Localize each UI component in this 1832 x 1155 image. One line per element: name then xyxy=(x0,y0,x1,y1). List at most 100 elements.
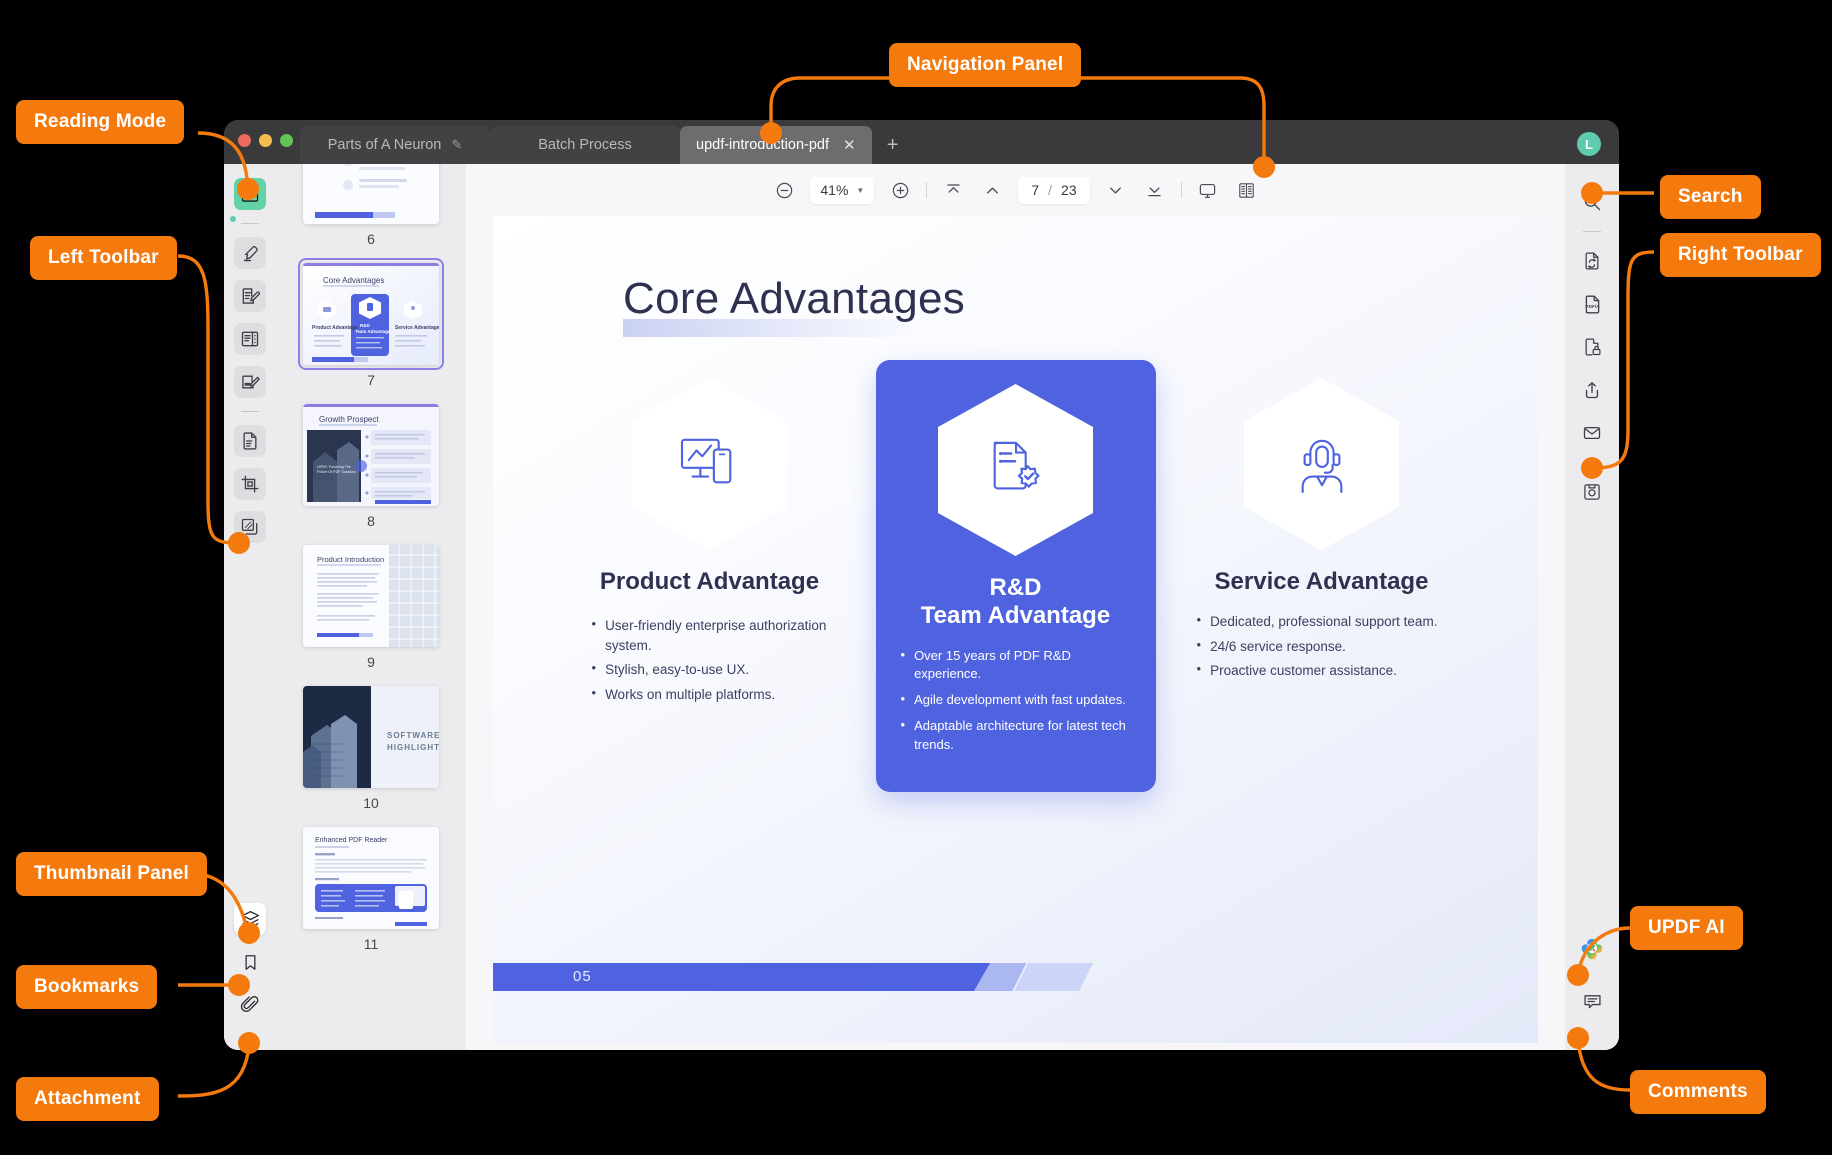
list-item: • 24/6 service response. xyxy=(1197,637,1447,657)
minimize-window-button[interactable] xyxy=(259,134,272,147)
thumbnail-panel[interactable]: 6 Core Advantages Product Advantage R&D … xyxy=(276,164,466,1050)
thumbnail-image: SOFTWARE HIGHLIGHTS xyxy=(303,686,439,788)
zoom-out-button[interactable] xyxy=(771,177,797,203)
chevron-down-icon: ▼ xyxy=(856,185,865,195)
callout-navigation-panel: Navigation Panel xyxy=(889,43,1082,87)
list-item: • Stylish, easy-to-use UX. xyxy=(592,660,828,680)
tab-bar: Parts of A Neuron ✎ Batch Process updf-i… xyxy=(300,126,914,164)
thumbnail-item-10[interactable]: SOFTWARE HIGHLIGHTS 10 xyxy=(303,686,439,827)
list-item: • User-friendly enterprise authorization … xyxy=(592,616,828,655)
svg-text:UPDF: Powering The: UPDF: Powering The xyxy=(317,465,351,469)
bullet-dot: • xyxy=(1196,661,1202,677)
callout-label: Thumbnail Panel xyxy=(34,863,190,884)
svg-text:Growth Prospect: Growth Prospect xyxy=(319,415,379,424)
crop-icon[interactable] xyxy=(234,468,266,500)
bullet-dot: • xyxy=(591,616,597,632)
svg-text:R&D: R&D xyxy=(360,323,370,328)
thumbnail-panel-icon[interactable] xyxy=(234,903,266,935)
organize-pages-icon[interactable] xyxy=(234,323,266,355)
tab-label: Batch Process xyxy=(538,137,632,153)
annotate-icon[interactable] xyxy=(234,366,266,398)
bullet-dot: • xyxy=(900,691,906,707)
close-window-button[interactable] xyxy=(238,134,251,147)
protect-icon[interactable] xyxy=(1576,331,1608,363)
avatar[interactable]: L xyxy=(1577,132,1601,156)
pdf-page[interactable]: Core Advantages Product Advantage • User… xyxy=(493,216,1538,1043)
right-toolbar: PDF/A xyxy=(1565,164,1619,1050)
thumbnail-page-number: 11 xyxy=(363,936,379,952)
svg-text:Team Advantage: Team Advantage xyxy=(355,329,391,334)
next-page-button[interactable] xyxy=(1103,177,1129,203)
previous-page-button[interactable] xyxy=(979,177,1005,203)
column-title-line2: Team Advantage xyxy=(920,602,1111,630)
toolbar-divider xyxy=(1180,182,1182,198)
save-as-icon[interactable] xyxy=(1576,476,1608,508)
maximize-window-button[interactable] xyxy=(280,134,293,147)
view-mode-button[interactable] xyxy=(1234,177,1260,203)
page-number-input[interactable]: 7 / 23 xyxy=(1018,176,1090,204)
callout-updf-ai: UPDF AI xyxy=(1630,906,1743,950)
bullet-dot: • xyxy=(1196,636,1202,652)
comments-icon[interactable] xyxy=(1576,985,1608,1017)
page-convert-icon[interactable] xyxy=(234,425,266,457)
thumbnail-page-number: 8 xyxy=(367,513,375,529)
reading-mode-icon[interactable] xyxy=(234,178,266,210)
convert-pdf-icon[interactable] xyxy=(1576,245,1608,277)
thumbnail-image xyxy=(303,164,439,224)
thumbnail-page-number: 7 xyxy=(367,372,375,388)
thumbnail-image: Core Advantages Product Advantage R&D Te… xyxy=(298,258,444,370)
edit-text-icon[interactable] xyxy=(234,280,266,312)
thumbnail-page-number: 9 xyxy=(367,654,375,670)
column-title-line1: R&D xyxy=(989,574,1042,601)
zoom-level-value: 41% xyxy=(820,182,849,198)
document-verified-icon xyxy=(993,441,1040,490)
callout-label: Comments xyxy=(1648,1081,1748,1102)
thumbnail-item-7[interactable]: Core Advantages Product Advantage R&D Te… xyxy=(298,258,444,404)
thumbnail-item-9[interactable]: Product Introduction 9 xyxy=(303,545,439,686)
last-page-button[interactable] xyxy=(1142,177,1168,203)
advantage-columns: Product Advantage • User-friendly enterpr… xyxy=(493,360,1538,792)
column-title: Product Advantage xyxy=(599,568,820,595)
close-icon[interactable]: ✕ xyxy=(843,136,856,154)
bullet-text: Adaptable architecture for latest tech t… xyxy=(914,718,1126,752)
window-traffic-lights[interactable] xyxy=(238,134,293,147)
thumbnail-item-11[interactable]: Enhanced PDF Reader 11 xyxy=(303,827,439,968)
bookmark-icon[interactable] xyxy=(234,946,266,978)
zoom-level-select[interactable]: 41% ▼ xyxy=(810,176,875,204)
page-separator: / xyxy=(1048,182,1053,198)
email-icon[interactable] xyxy=(1576,417,1608,449)
first-page-button[interactable] xyxy=(940,177,966,203)
share-icon[interactable] xyxy=(1576,374,1608,406)
svg-text:HIGHLIGHTS: HIGHLIGHTS xyxy=(387,743,439,752)
hexagon-shape xyxy=(632,378,787,550)
batch-icon[interactable] xyxy=(234,511,266,543)
tab-batch-process[interactable]: Batch Process xyxy=(490,126,680,164)
tab-parts-of-a-neuron[interactable]: Parts of A Neuron ✎ xyxy=(300,126,490,164)
updf-ai-icon[interactable] xyxy=(1579,937,1605,963)
hexagon-shape xyxy=(938,384,1093,556)
thumbnail-item-8[interactable]: Growth Prospect UPDF: Powering The Futur… xyxy=(303,404,439,545)
attachment-icon[interactable] xyxy=(234,989,266,1021)
bullet-list: • Over 15 years of PDF R&D experience. • A… xyxy=(901,647,1131,762)
column-title: R&D Team Advantage xyxy=(921,574,1110,631)
callout-label: Bookmarks xyxy=(34,976,140,997)
footer-bar-main xyxy=(493,963,990,991)
current-page-value: 7 xyxy=(1031,182,1040,198)
tab-updf-introduction-pdf[interactable]: updf-introduction-pdf ✕ xyxy=(680,126,872,164)
presentation-mode-button[interactable] xyxy=(1195,177,1221,203)
pdfa-icon[interactable]: PDF/A xyxy=(1576,288,1608,320)
column-rd-team-advantage: R&D Team Advantage • Over 15 years of PDF… xyxy=(875,360,1156,792)
column-product-advantage: Product Advantage • User-friendly enterpr… xyxy=(570,376,850,792)
callout-search: Search xyxy=(1660,175,1761,219)
zoom-in-button[interactable] xyxy=(887,177,913,203)
search-icon[interactable] xyxy=(1576,186,1608,218)
bullet-list: • Dedicated, professional support team. •… xyxy=(1197,612,1447,686)
callout-label: Search xyxy=(1678,186,1743,207)
new-tab-button[interactable]: + xyxy=(872,126,914,164)
thumbnail-item-6[interactable]: 6 xyxy=(303,164,439,263)
status-dot xyxy=(230,216,236,222)
bullet-dot: • xyxy=(900,717,906,733)
highlighter-icon[interactable] xyxy=(234,237,266,269)
callout-label: Left Toolbar xyxy=(48,247,159,268)
callout-label: Attachment xyxy=(34,1088,141,1109)
